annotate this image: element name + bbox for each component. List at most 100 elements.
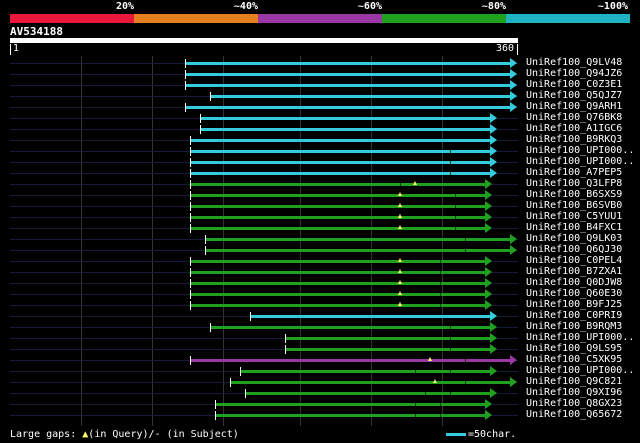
hit-alignment-bar[interactable]: [190, 205, 485, 208]
subject-gap-mark: [440, 282, 441, 285]
hit-arrow-icon: [510, 69, 517, 79]
hit-label-link[interactable]: UniRef100_UPI000..: [526, 332, 634, 343]
hit-alignment-bar[interactable]: [185, 106, 510, 109]
hit-alignment-bar[interactable]: [190, 161, 490, 164]
hit-alignment-bar[interactable]: [190, 172, 490, 175]
hit-label-link[interactable]: UniRef100_Q0DJW8: [526, 277, 622, 288]
hit-label-link[interactable]: UniRef100_C0PEL4: [526, 255, 622, 266]
hit-label-link[interactable]: UniRef100_Q8GX23: [526, 398, 622, 409]
hit-arrow-icon: [490, 124, 497, 134]
hit-alignment-bar[interactable]: [190, 216, 485, 219]
hit-alignment-bar[interactable]: [185, 62, 510, 65]
hit-label-link[interactable]: UniRef100_Q6QJ30: [526, 244, 622, 255]
subject-gap-mark: [440, 304, 441, 307]
legend-text: (in Query)/- (in Subject): [88, 429, 239, 440]
scale-key-bar: [446, 432, 466, 436]
hit-arrow-icon: [485, 278, 492, 288]
hit-label-link[interactable]: UniRef100_B9RKQ3: [526, 134, 622, 145]
hit-label-link[interactable]: UniRef100_B9RQM3: [526, 321, 622, 332]
subject-gap-mark: [465, 238, 466, 241]
hit-alignment-bar[interactable]: [200, 117, 490, 120]
hit-arrow-icon: [485, 399, 492, 409]
hit-arrow-icon: [490, 333, 497, 343]
hit-alignment-bar[interactable]: [230, 381, 510, 384]
identity-color-scale: [10, 14, 630, 23]
hit-label-link[interactable]: UniRef100_B9FJ25: [526, 299, 622, 310]
hit-label-link[interactable]: UniRef100_UPI000..: [526, 156, 634, 167]
hit-alignment-bar[interactable]: [190, 150, 490, 153]
hit-start-tick: [200, 125, 201, 134]
hit-label-link[interactable]: UniRef100_C5XK95: [526, 354, 622, 365]
hit-start-tick: [190, 180, 191, 189]
hit-arrow-icon: [490, 135, 497, 145]
scale-segment: [134, 14, 258, 23]
hit-alignment-bar[interactable]: [185, 73, 510, 76]
hit-label-link[interactable]: UniRef100_Q76BK8: [526, 112, 622, 123]
hit-arrow-icon: [490, 113, 497, 123]
hit-label-link[interactable]: UniRef100_Q60E30: [526, 288, 622, 299]
hit-label-link[interactable]: UniRef100_C0PRI9: [526, 310, 622, 321]
hit-label-link[interactable]: UniRef100_Q9LK03: [526, 233, 622, 244]
scale-label: ~100%: [597, 1, 628, 12]
hit-alignment-bar[interactable]: [215, 403, 485, 406]
hit-row[interactable]: UniRef100_Q65672: [0, 409, 640, 421]
hit-alignment-bar[interactable]: [245, 392, 490, 395]
hit-label-link[interactable]: UniRef100_Q9LS95: [526, 343, 622, 354]
hit-label-link[interactable]: UniRef100_B4FXC1: [526, 222, 622, 233]
hit-alignment-bar[interactable]: [285, 337, 490, 340]
hit-arrow-icon: [485, 410, 492, 420]
hit-alignment-bar[interactable]: [250, 315, 490, 318]
hit-label-link[interactable]: UniRef100_Q5QJZ7: [526, 90, 622, 101]
hit-alignment-bar[interactable]: [210, 326, 490, 329]
hit-arrow-icon: [490, 168, 497, 178]
hit-label-link[interactable]: UniRef100_A7PEP5: [526, 167, 622, 178]
hit-start-tick: [185, 70, 186, 79]
hit-start-tick: [190, 356, 191, 365]
query-gap-icon: [433, 379, 437, 383]
subject-gap-mark: [440, 403, 441, 406]
query-gap-icon: [413, 181, 417, 185]
hit-label-link[interactable]: UniRef100_B7ZXA1: [526, 266, 622, 277]
scale-segment: [10, 14, 134, 23]
hit-label-link[interactable]: UniRef100_Q9XI96: [526, 387, 622, 398]
hit-alignment-bar[interactable]: [215, 414, 485, 417]
hit-label-link[interactable]: UniRef100_UPI000..: [526, 365, 634, 376]
hit-alignment-bar[interactable]: [285, 348, 490, 351]
hit-label-link[interactable]: UniRef100_B6SVB0: [526, 200, 622, 211]
hit-arrow-icon: [490, 311, 497, 321]
hit-alignment-bar[interactable]: [185, 84, 510, 87]
hit-start-tick: [185, 103, 186, 112]
hit-label-link[interactable]: UniRef100_Q9LV48: [526, 57, 622, 68]
hit-label-link[interactable]: UniRef100_UPI000..: [526, 145, 634, 156]
hit-label-link[interactable]: UniRef100_Q3LFP8: [526, 178, 622, 189]
hit-arrow-icon: [490, 322, 497, 332]
hit-alignment-bar[interactable]: [190, 359, 510, 362]
hit-alignment-bar[interactable]: [190, 194, 485, 197]
hit-alignment-bar[interactable]: [210, 95, 510, 98]
subject-gap-mark: [465, 249, 466, 252]
hit-alignment-bar[interactable]: [200, 128, 490, 131]
hit-label-link[interactable]: UniRef100_Q9C821: [526, 376, 622, 387]
hit-alignment-bar[interactable]: [190, 183, 485, 186]
hit-label-link[interactable]: UniRef100_B6SXS9: [526, 189, 622, 200]
hit-label-link[interactable]: UniRef100_C0Z3E1: [526, 79, 622, 90]
gap-legend: Large gaps: ▲(in Query)/- (in Subject): [10, 429, 239, 440]
query-gap-icon: [398, 203, 402, 207]
hit-label-link[interactable]: UniRef100_Q94JZ6: [526, 68, 622, 79]
query-gap-icon: [398, 214, 402, 218]
hit-label-link[interactable]: UniRef100_Q65672: [526, 409, 622, 420]
hit-start-tick: [190, 213, 191, 222]
subject-gap-mark: [465, 381, 466, 384]
hit-alignment-bar[interactable]: [240, 370, 490, 373]
hit-alignment-bar[interactable]: [190, 139, 490, 142]
query-gap-icon: [398, 291, 402, 295]
hit-arrow-icon: [510, 377, 517, 387]
scale-label: ~40%: [233, 1, 258, 12]
hit-label-link[interactable]: UniRef100_A1IGC6: [526, 123, 622, 134]
hit-arrow-icon: [485, 190, 492, 200]
hit-alignment-bar[interactable]: [190, 227, 485, 230]
scale-key: =50char.: [446, 429, 516, 440]
hit-label-link[interactable]: UniRef100_C5YUU1: [526, 211, 622, 222]
hit-label-link[interactable]: UniRef100_Q9ARH1: [526, 101, 622, 112]
subject-gap-mark: [440, 293, 441, 296]
